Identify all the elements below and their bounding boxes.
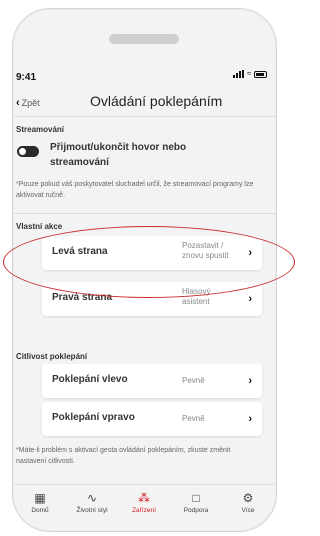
tab-home[interactable]: ▦ Domů: [14, 491, 66, 514]
pulse-icon: ∿: [86, 491, 98, 505]
tab-label: Zařízení: [132, 507, 156, 514]
section-label-custom-actions: Vlastní akce: [16, 222, 63, 231]
back-button[interactable]: ‹ Zpět: [16, 97, 40, 109]
tab-label: Podpora: [183, 507, 209, 514]
streaming-note: *Pouze pokud váš poskytovatel sluchadel …: [16, 181, 254, 199]
section-divider: [14, 213, 276, 214]
page-title: Ovládání poklepáním: [90, 93, 223, 109]
gear-icon: ⚙: [242, 491, 254, 505]
section-label-streaming: Streamování: [16, 125, 65, 134]
list-item-label: Poklepání vlevo: [52, 374, 128, 385]
tab-label: Životní styl: [76, 507, 108, 514]
tab-lifestyle[interactable]: ∿ Životní styl: [66, 491, 118, 514]
sensitivity-note: *Máte-li problém s aktivací gesta ovládá…: [16, 447, 231, 465]
tab-support[interactable]: □ Podpora: [170, 491, 222, 514]
chevron-left-icon: ‹: [16, 97, 20, 109]
list-item-tap-left[interactable]: Poklepání vlevo Pevně ›: [42, 364, 262, 398]
chat-icon: □: [192, 491, 200, 505]
tab-label: Více: [241, 507, 255, 514]
signal-icon: [233, 70, 244, 78]
list-item-label: Poklepání vpravo: [52, 412, 135, 423]
battery-icon: [254, 70, 268, 78]
section-label-sensitivity: Citlivost poklepání: [16, 352, 88, 361]
annotation-circle: [3, 226, 295, 298]
tab-label: Domů: [31, 507, 49, 514]
back-label: Zpět: [21, 98, 40, 108]
phone-speaker: [109, 34, 179, 44]
hearing-aid-icon: ⁂: [138, 491, 150, 505]
list-item-value: Pevně: [182, 414, 205, 423]
chevron-right-icon: ›: [248, 413, 252, 425]
wifi-icon: ≈: [247, 69, 252, 78]
chevron-right-icon: ›: [248, 293, 252, 305]
status-time: 9:41: [16, 72, 37, 83]
header-divider: [14, 116, 276, 117]
tab-bar: ▦ Domů ∿ Životní styl ⁂ Zařízení □ Podpo…: [14, 484, 276, 524]
tab-more[interactable]: ⚙ Více: [222, 491, 274, 514]
list-item-value: Pevně: [182, 376, 205, 385]
tab-devices[interactable]: ⁂ Zařízení: [118, 491, 170, 514]
list-item-tap-right[interactable]: Poklepání vpravo Pevně ›: [42, 402, 262, 436]
grid-icon: ▦: [34, 491, 46, 505]
status-icons: ≈: [233, 69, 268, 78]
streaming-toggle-label: Přijmout/ukončit hovor nebo streamování: [50, 142, 187, 168]
chevron-right-icon: ›: [248, 375, 252, 387]
streaming-toggle[interactable]: [17, 146, 39, 157]
